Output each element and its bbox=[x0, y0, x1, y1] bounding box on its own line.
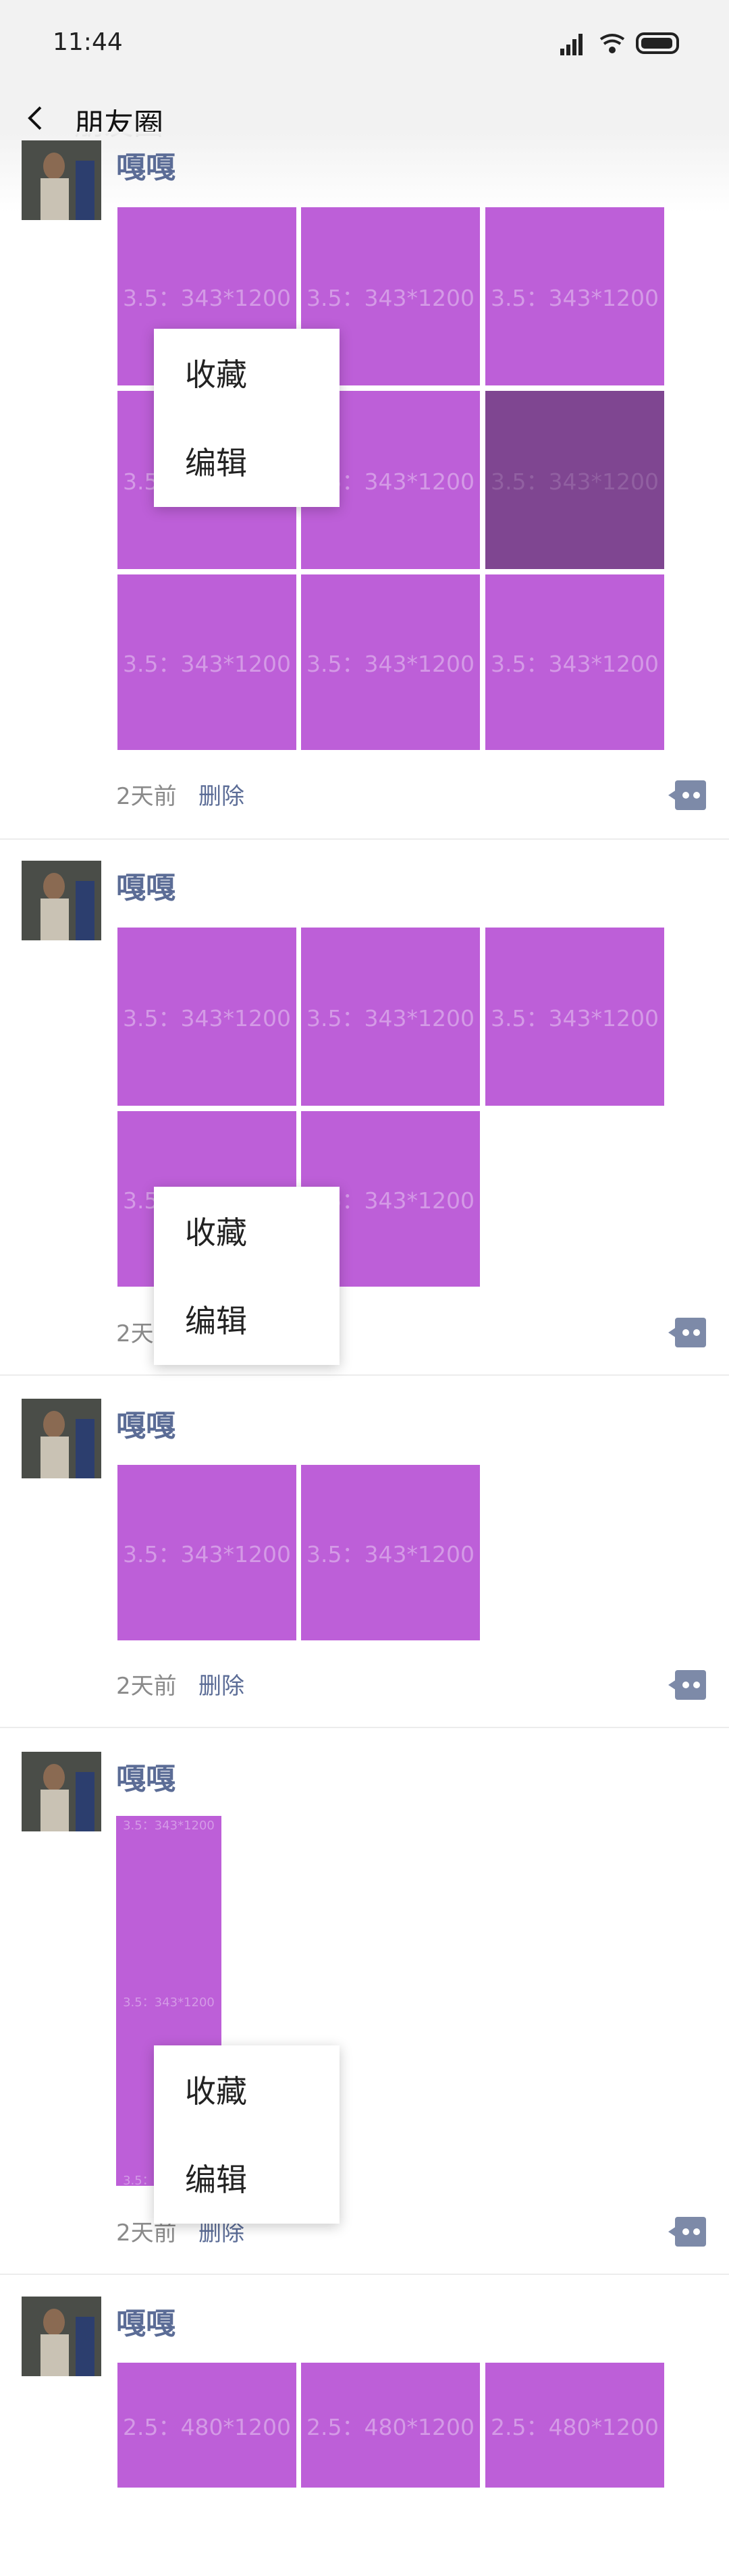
post-divider bbox=[0, 1374, 729, 1376]
comment-icon[interactable] bbox=[668, 1318, 706, 1347]
post-divider bbox=[0, 838, 729, 840]
menu-item-edit[interactable]: 编辑 bbox=[185, 2155, 247, 2200]
avatar-image bbox=[22, 1399, 101, 1478]
delete-link[interactable]: 删除 bbox=[198, 1667, 244, 1700]
signal-icon bbox=[560, 34, 583, 55]
menu-item-favorite[interactable]: 收藏 bbox=[185, 1208, 247, 1253]
wifi-icon bbox=[599, 34, 625, 53]
avatar-image bbox=[22, 2297, 101, 2376]
avatar-image bbox=[22, 140, 101, 220]
post-image[interactable]: 3.5：343*1200 bbox=[117, 928, 296, 1106]
post-author-name[interactable]: 嘎嘎 bbox=[116, 143, 176, 186]
header-fade bbox=[0, 132, 729, 213]
post-divider bbox=[0, 1727, 729, 1728]
comment-icon[interactable] bbox=[668, 780, 706, 810]
image-label-mid: 3.5：343*1200 bbox=[123, 1995, 215, 2010]
status-time: 11:44 bbox=[53, 28, 123, 56]
post-image[interactable]: 3.5：343*1200 bbox=[117, 1465, 296, 1640]
comment-icon[interactable] bbox=[668, 1670, 706, 1700]
post-image[interactable]: 3.5：343*1200 bbox=[301, 1465, 480, 1640]
post-author-name[interactable]: 嘎嘎 bbox=[116, 863, 176, 907]
menu-item-edit[interactable]: 编辑 bbox=[185, 439, 247, 483]
menu-item-edit[interactable]: 编辑 bbox=[185, 1297, 247, 1341]
post-image-pressed[interactable]: 3.5：343*1200 bbox=[485, 391, 664, 569]
avatar[interactable] bbox=[22, 140, 101, 220]
post-image[interactable]: 2.5：480*1200 bbox=[485, 2363, 664, 2488]
avatar[interactable] bbox=[22, 1399, 101, 1478]
post-image[interactable]: 3.5：343*1200 bbox=[301, 574, 480, 750]
post-image[interactable]: 3.5：343*1200 bbox=[485, 928, 664, 1106]
avatar[interactable] bbox=[22, 2297, 101, 2376]
post-divider bbox=[0, 2274, 729, 2275]
battery-icon bbox=[636, 32, 679, 54]
post-image[interactable]: 2.5：480*1200 bbox=[117, 2363, 296, 2488]
delete-link[interactable]: 删除 bbox=[198, 778, 244, 811]
status-icons bbox=[560, 32, 679, 55]
post-image[interactable]: 3.5：343*1200 bbox=[485, 207, 664, 385]
post-image[interactable]: 2.5：480*1200 bbox=[301, 2363, 480, 2488]
image-label-top: 3.5：343*1200 bbox=[123, 1819, 215, 1833]
post-time: 2天前 bbox=[116, 783, 177, 810]
menu-item-favorite[interactable]: 收藏 bbox=[185, 2067, 247, 2112]
post-image[interactable]: 3.5：343*1200 bbox=[485, 574, 664, 750]
avatar-image bbox=[22, 861, 101, 940]
post-image[interactable]: 3.5：343*1200 bbox=[117, 574, 296, 750]
avatar[interactable] bbox=[22, 861, 101, 940]
context-menu: 收藏 编辑 bbox=[154, 2045, 340, 2224]
post-author-name[interactable]: 嘎嘎 bbox=[116, 1401, 176, 1445]
post-image[interactable]: 3.5：343*1200 bbox=[301, 928, 480, 1106]
comment-icon[interactable] bbox=[668, 2217, 706, 2247]
avatar[interactable] bbox=[22, 1752, 101, 1831]
menu-item-favorite[interactable]: 收藏 bbox=[185, 350, 247, 395]
post-author-name[interactable]: 嘎嘎 bbox=[116, 2299, 176, 2342]
post-time: 2天前 bbox=[116, 1673, 177, 1700]
avatar-image bbox=[22, 1752, 101, 1831]
post-author-name[interactable]: 嘎嘎 bbox=[116, 1754, 176, 1798]
context-menu: 收藏 编辑 bbox=[154, 329, 340, 507]
context-menu: 收藏 编辑 bbox=[154, 1187, 340, 1365]
back-icon[interactable] bbox=[26, 105, 46, 132]
